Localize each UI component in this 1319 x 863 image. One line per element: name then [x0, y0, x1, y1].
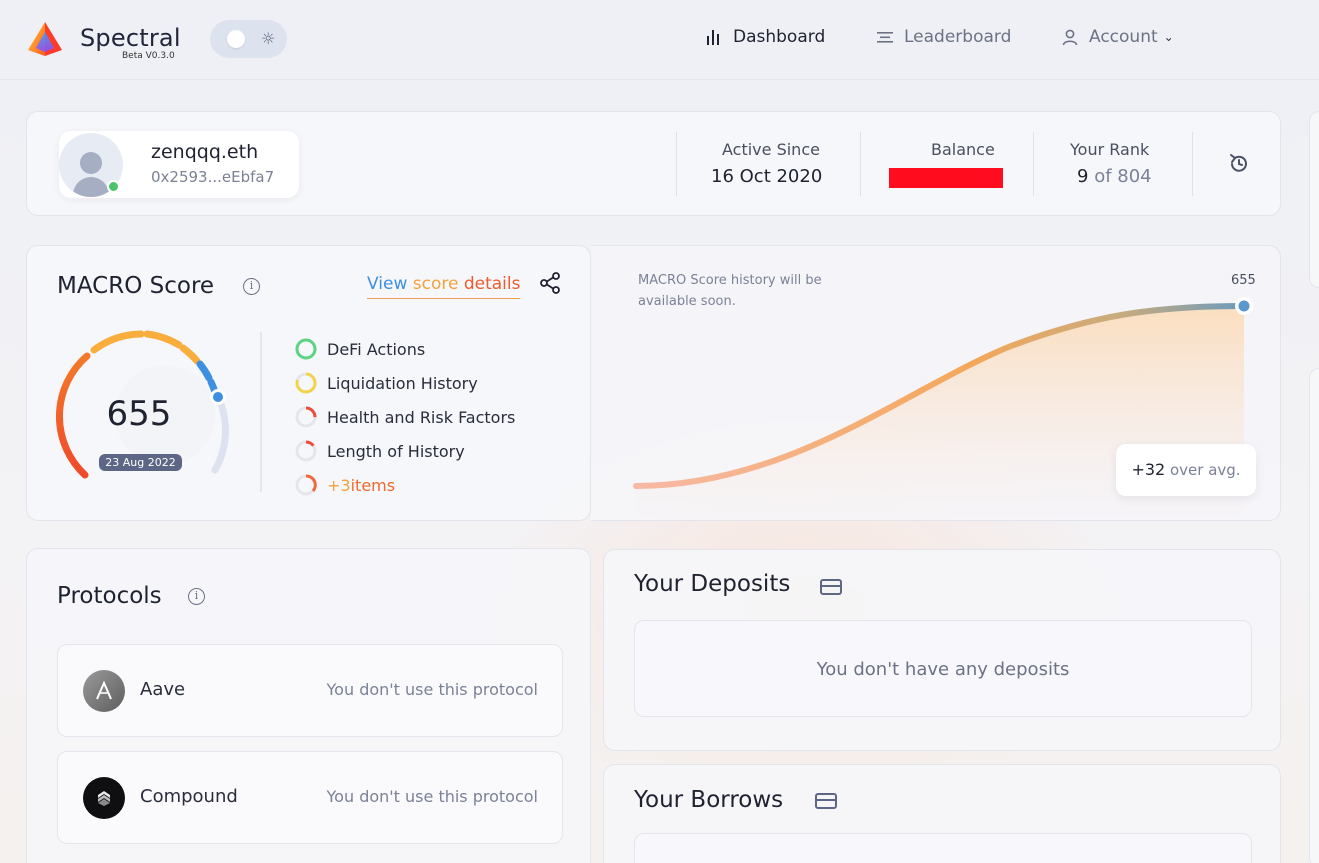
progress-ring-icon [295, 406, 317, 428]
progress-ring-icon [295, 338, 317, 360]
view-link-part-2: score [412, 274, 464, 294]
macro-score-value: 655 [106, 394, 172, 434]
protocol-name: Aave [140, 679, 186, 700]
over-avg-label: over avg. [1165, 461, 1241, 479]
chevron-down-icon: ⌄ [1163, 30, 1174, 44]
profile-card: zenqqq.eth 0x2593...eEbfa7 Active Since … [26, 111, 1281, 216]
top-header: Spectral Beta V0.3.0 ☼ Dashboard Leaderb… [0, 0, 1319, 80]
toggle-knob [227, 30, 245, 48]
version-label: Beta V0.3.0 [122, 51, 175, 61]
protocol-row-aave[interactable]: Aave You don't use this protocol [57, 644, 563, 737]
borrows-empty-state [634, 833, 1252, 863]
protocol-status: You don't use this protocol [326, 787, 538, 806]
nav-account-label: Account [1089, 27, 1158, 47]
refresh-icon[interactable] [1227, 152, 1251, 176]
rank-value: 9 of 804 [1077, 166, 1152, 187]
divider [860, 132, 861, 196]
spectral-logo-icon[interactable] [26, 20, 64, 58]
borrows-card: Your Borrows [603, 764, 1281, 863]
progress-ring-icon [295, 372, 317, 394]
compound-icon [83, 777, 125, 819]
protocols-title: Protocols [57, 583, 162, 609]
score-factors-list: DeFi Actions Liquidation History Health … [295, 332, 515, 502]
borrows-title: Your Borrows [634, 787, 784, 813]
deposits-empty-state: You don't have any deposits [634, 620, 1252, 717]
nav-leaderboard[interactable]: Leaderboard [875, 27, 1011, 47]
info-icon[interactable]: i [188, 588, 205, 605]
view-link-part-1: View [367, 274, 413, 294]
factor-liquidation-history[interactable]: Liquidation History [295, 366, 515, 400]
divider [260, 332, 262, 492]
nav-dashboard[interactable]: Dashboard [704, 27, 825, 47]
right-edge-card [1309, 368, 1319, 863]
score-history-card: MACRO Score history will be available so… [591, 245, 1281, 522]
rank-total: of 804 [1094, 166, 1152, 187]
share-icon[interactable] [539, 272, 561, 294]
rank-label: Your Rank [1070, 140, 1150, 159]
more-factors-link[interactable]: +3 items [295, 468, 515, 502]
bar-chart-icon [704, 27, 724, 47]
balance-redacted [889, 168, 1003, 188]
active-since-value: 16 Oct 2020 [711, 166, 823, 187]
rank-number: 9 [1077, 166, 1089, 187]
factor-label: Liquidation History [327, 373, 478, 393]
list-icon [875, 27, 895, 47]
macro-score-card: MACRO Score i View score details 655 23 … [26, 245, 591, 521]
factor-label: DeFi Actions [327, 339, 426, 359]
balance-label: Balance [931, 140, 995, 159]
over-average-badge: +32 over avg. [1116, 444, 1256, 496]
nav-dashboard-label: Dashboard [733, 27, 826, 47]
divider [1192, 132, 1193, 196]
user-pill[interactable]: zenqqq.eth 0x2593...eEbfa7 [59, 131, 299, 198]
factor-defi-actions[interactable]: DeFi Actions [295, 332, 515, 366]
more-label: items [350, 475, 396, 495]
more-count: +3 [327, 475, 351, 495]
user-icon [1060, 27, 1080, 47]
progress-ring-icon [295, 474, 317, 496]
info-icon[interactable]: i [243, 278, 260, 295]
protocol-name: Compound [140, 786, 238, 807]
wallet-address: 0x2593...eEbfa7 [151, 168, 275, 186]
over-avg-value: +32 [1131, 460, 1166, 479]
progress-ring-icon [295, 440, 317, 462]
right-edge-card [1309, 111, 1319, 288]
divider [676, 132, 677, 196]
online-status-dot [107, 180, 120, 193]
chart-end-label: 655 [1231, 273, 1256, 288]
protocols-card: Protocols i Aave You don't use this prot… [26, 548, 591, 863]
user-name: zenqqq.eth [151, 141, 259, 163]
divider [1033, 132, 1034, 196]
factor-health-risk[interactable]: Health and Risk Factors [295, 400, 515, 434]
credit-card-icon [820, 579, 842, 595]
protocol-row-compound[interactable]: Compound You don't use this protocol [57, 751, 563, 844]
history-note: MACRO Score history will be available so… [638, 273, 822, 309]
protocol-status: You don't use this protocol [326, 680, 538, 699]
view-score-details-link[interactable]: View score details [367, 274, 521, 299]
aave-icon [83, 670, 125, 712]
macro-score-title: MACRO Score [57, 273, 215, 299]
score-date-badge: 23 Aug 2022 [99, 454, 182, 471]
active-since-label: Active Since [722, 140, 820, 159]
sun-icon: ☼ [261, 29, 276, 48]
view-link-part-3: details [463, 274, 521, 294]
brand-name[interactable]: Spectral [80, 24, 181, 52]
factor-length-of-history[interactable]: Length of History [295, 434, 515, 468]
nav-leaderboard-label: Leaderboard [904, 27, 1012, 47]
factor-label: Health and Risk Factors [327, 407, 516, 427]
credit-card-icon [815, 793, 837, 809]
deposits-title: Your Deposits [634, 571, 791, 597]
deposits-card: Your Deposits You don't have any deposit… [603, 549, 1281, 751]
nav-account[interactable]: Account ⌄ [1060, 27, 1174, 47]
theme-toggle[interactable]: ☼ [210, 20, 287, 58]
factor-label: Length of History [327, 441, 465, 461]
